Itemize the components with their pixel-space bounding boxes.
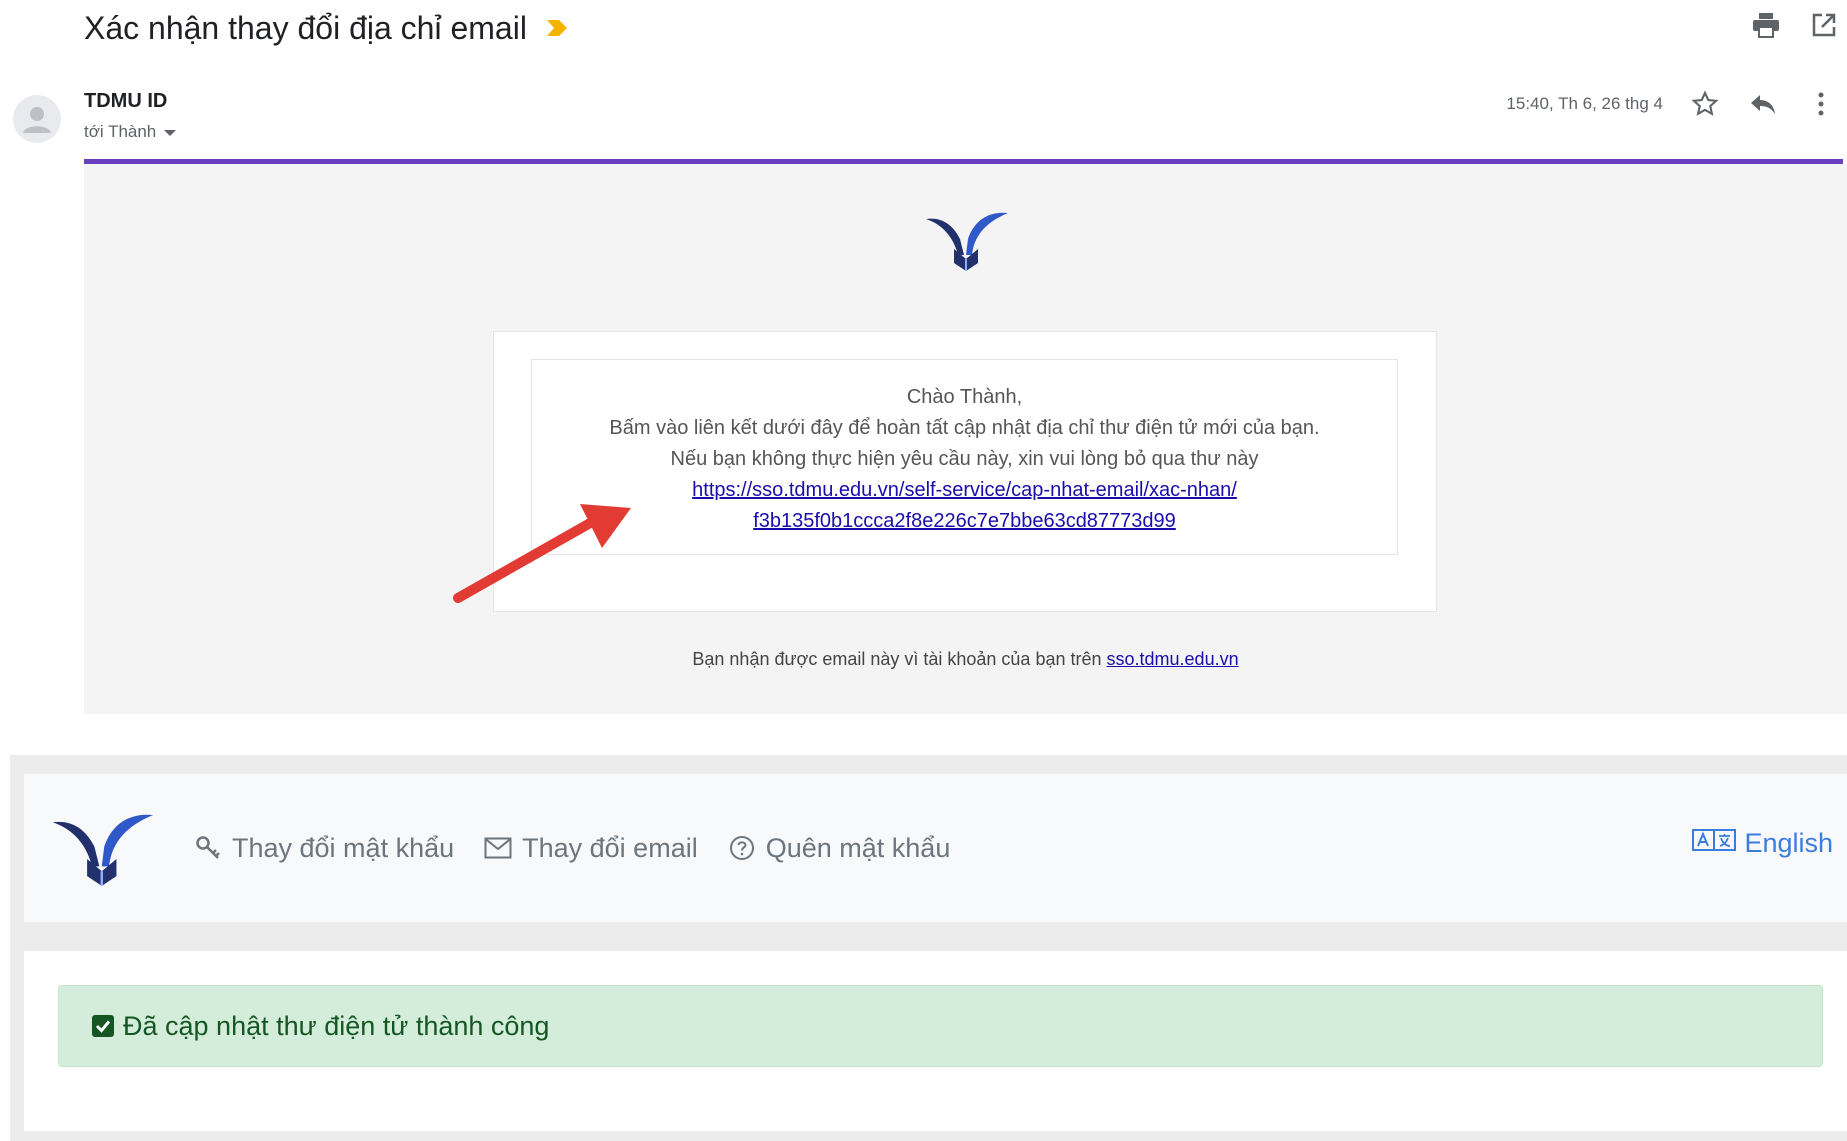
nav-change-password[interactable]: Thay đổi mật khẩu — [194, 833, 454, 864]
recipient-line[interactable]: tới Thành — [84, 122, 177, 142]
envelope-icon — [484, 834, 512, 862]
ignore-notice: Nếu bạn không thực hiện yêu cầu này, xin… — [670, 448, 1259, 470]
print-icon[interactable] — [1751, 10, 1781, 40]
sender-name: TDMU ID — [84, 90, 168, 112]
question-circle-icon — [728, 834, 756, 862]
confirm-link-part1[interactable]: https://sso.tdmu.edu.vn/self-service/cap… — [692, 479, 1237, 501]
nav-change-email[interactable]: Thay đổi email — [484, 833, 698, 864]
language-label: English — [1744, 828, 1833, 858]
top-navbar: Thay đổi mật khẩu Thay đổi email Quên mậ… — [24, 774, 1847, 922]
chevron-down-icon[interactable] — [164, 130, 177, 136]
recipient-label: tới Thành — [84, 122, 157, 141]
nav-forgot-password[interactable]: Quên mật khẩu — [728, 832, 951, 864]
sender-avatar[interactable] — [13, 95, 61, 143]
tdmu-logo — [922, 209, 1012, 271]
email-subject-row: Xác nhận thay đổi địa chỉ email — [84, 6, 569, 50]
footer-link[interactable]: sso.tdmu.edu.vn — [1107, 649, 1239, 669]
translate-icon — [1692, 828, 1737, 859]
language-switcher[interactable]: English — [1692, 828, 1833, 859]
success-message: Đã cập nhật thư điện tử thành công — [123, 1010, 550, 1041]
greeting: Chào Thành, — [906, 386, 1023, 408]
footer-text: Bạn nhận được email này vì tài khoản của… — [692, 649, 1102, 669]
importance-marker-icon[interactable] — [545, 18, 569, 38]
nav-change-password-label: Thay đổi mật khẩu — [232, 832, 455, 863]
reply-icon[interactable] — [1747, 88, 1779, 120]
email-meta: 15:40, Th 6, 26 thg 4 — [1506, 88, 1837, 120]
email-body: Chào Thành, Bấm vào liên kết dưới đây để… — [84, 164, 1847, 714]
main-content-panel: Đã cập nhật thư điện tử thành công — [24, 951, 1847, 1131]
email-card-content: Chào Thành, Bấm vào liên kết dưới đây để… — [531, 359, 1398, 555]
success-alert: Đã cập nhật thư điện tử thành công — [58, 985, 1823, 1067]
instruction-line: Bấm vào liên kết dưới đây để hoàn tất cậ… — [609, 417, 1320, 439]
email-card: Chào Thành, Bấm vào liên kết dưới đây để… — [493, 331, 1437, 612]
confirm-link-part2[interactable]: f3b135f0b1ccca2f8e226c7e7bbe63cd87773d99 — [753, 510, 1176, 532]
key-icon — [194, 834, 222, 862]
more-vert-icon[interactable] — [1805, 88, 1837, 120]
sso-app-screenshot: Thay đổi mật khẩu Thay đổi email Quên mậ… — [10, 755, 1847, 1141]
open-new-window-icon[interactable] — [1809, 10, 1839, 40]
email-subject: Xác nhận thay đổi địa chỉ email — [84, 9, 527, 46]
email-timestamp: 15:40, Th 6, 26 thg 4 — [1506, 94, 1663, 113]
email-footer-note: Bạn nhận được email này vì tài khoản của… — [84, 649, 1847, 670]
nav-links: Thay đổi mật khẩu Thay đổi email Quên mậ… — [194, 833, 950, 864]
star-icon[interactable] — [1689, 88, 1721, 120]
checkbox-checked-icon — [91, 1014, 115, 1038]
nav-change-email-label: Thay đổi email — [522, 832, 698, 863]
tdmu-logo[interactable] — [48, 808, 158, 888]
nav-forgot-password-label: Quên mật khẩu — [765, 832, 951, 863]
email-top-actions — [1751, 10, 1839, 40]
